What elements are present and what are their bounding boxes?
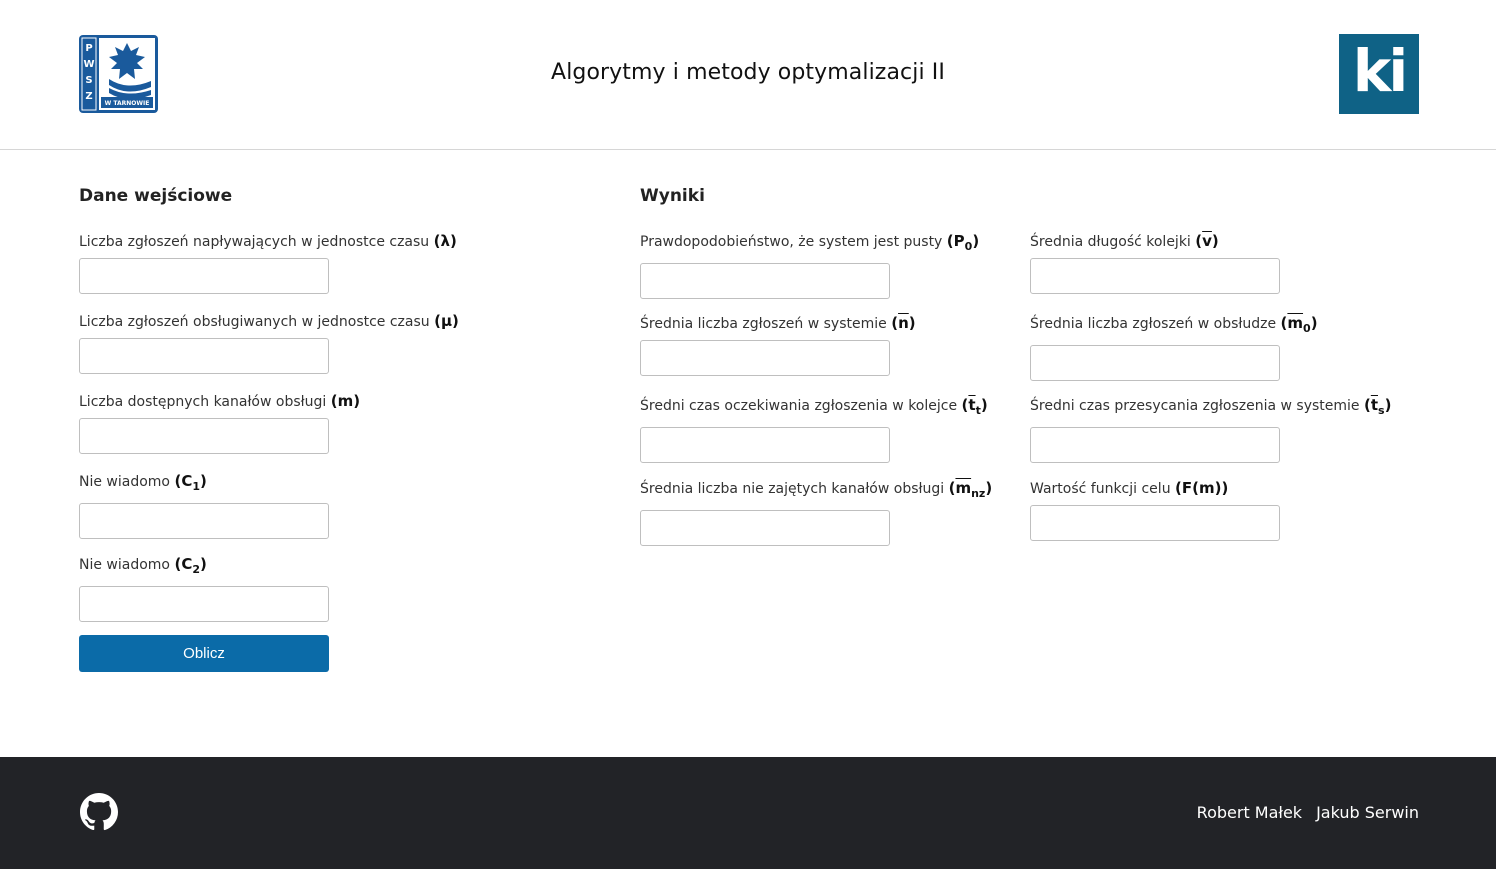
author-jakub[interactable]: Jakub Serwin [1316, 803, 1419, 822]
p0-output[interactable] [640, 263, 890, 299]
logo-letter-p: P [85, 43, 92, 54]
field-m: Liczba dostępnych kanałów obsługi (m) [79, 391, 360, 454]
field-lambda-label: Liczba zgłoszeń napływających w jednostc… [79, 232, 457, 250]
field-ts: Średni czas przesycania zgłoszenia w sys… [1030, 395, 1391, 463]
field-tt-label: Średni czas oczekiwania zgłoszenia w kol… [640, 396, 988, 417]
field-fm: Wartość funkcji celu (F(m)) [1030, 478, 1280, 541]
field-c1: Nie wiadomo (C1) [79, 471, 329, 539]
page-title: Algorytmy i metody optymalizacji II [551, 60, 945, 85]
logo-caption: W TARNOWIE [105, 100, 150, 107]
inputs-section-title: Dane wejściowe [79, 186, 233, 206]
logo-letter-z: Z [85, 91, 92, 102]
field-m0: Średnia liczba zgłoszeń w obsłudze (m0) [1030, 313, 1318, 381]
field-mu: Liczba zgłoszeń obsługiwanych w jednostc… [79, 311, 459, 374]
system-count-output[interactable] [640, 340, 890, 376]
idle-channels-output[interactable] [640, 510, 890, 546]
lambda-input[interactable] [79, 258, 329, 294]
ki-logo-icon: ki [1339, 34, 1419, 114]
field-c2: Nie wiadomo (C2) [79, 554, 329, 622]
field-p0-label: Prawdopodobieństwo, że system jest pusty… [640, 232, 980, 253]
mu-input[interactable] [79, 338, 329, 374]
service-count-output[interactable] [1030, 345, 1280, 381]
field-m-label: Liczba dostępnych kanałów obsługi (m) [79, 392, 361, 410]
field-v-label: Średnia długość kolejki (v) [1030, 232, 1219, 250]
field-c2-label: Nie wiadomo (C2) [79, 555, 207, 576]
github-icon[interactable] [80, 793, 118, 831]
channels-input[interactable] [79, 418, 329, 454]
field-fm-label: Wartość funkcji celu (F(m)) [1030, 479, 1229, 497]
calculate-button[interactable]: Oblicz [79, 635, 329, 672]
objective-output[interactable] [1030, 505, 1280, 541]
queue-length-output[interactable] [1030, 258, 1280, 294]
c2-input[interactable] [79, 586, 329, 622]
field-tt: Średni czas oczekiwania zgłoszenia w kol… [640, 395, 988, 463]
field-mnz: Średnia liczba nie zajętych kanałów obsł… [640, 478, 992, 546]
c1-input[interactable] [79, 503, 329, 539]
field-mu-label: Liczba zgłoszeń obsługiwanych w jednostc… [79, 312, 459, 330]
results-section-title: Wyniki [640, 186, 705, 206]
system-time-output[interactable] [1030, 427, 1280, 463]
ki-logo-text: ki [1352, 37, 1408, 105]
field-c1-label: Nie wiadomo (C1) [79, 472, 207, 493]
field-m0-label: Średnia liczba zgłoszeń w obsłudze (m0) [1030, 314, 1318, 335]
author-robert[interactable]: Robert Małek [1197, 803, 1302, 822]
wait-time-output[interactable] [640, 427, 890, 463]
field-p0: Prawdopodobieństwo, że system jest pusty… [640, 231, 979, 299]
page-footer: Robert Małek Jakub Serwin [0, 757, 1496, 869]
field-n-label: Średnia liczba zgłoszeń w systemie (n) [640, 314, 916, 332]
field-mnz-label: Średnia liczba nie zajętych kanałów obsł… [640, 479, 993, 500]
authors: Robert Małek Jakub Serwin [1183, 803, 1419, 822]
field-lambda: Liczba zgłoszeń napływających w jednostc… [79, 231, 457, 294]
field-n: Średnia liczba zgłoszeń w systemie (n) [640, 313, 916, 376]
field-ts-label: Średni czas przesycania zgłoszenia w sys… [1030, 396, 1392, 417]
page-header: P W S Z W TARNOWIE Algorytmy i metody op… [0, 0, 1496, 150]
field-v: Średnia długość kolejki (v) [1030, 231, 1280, 294]
